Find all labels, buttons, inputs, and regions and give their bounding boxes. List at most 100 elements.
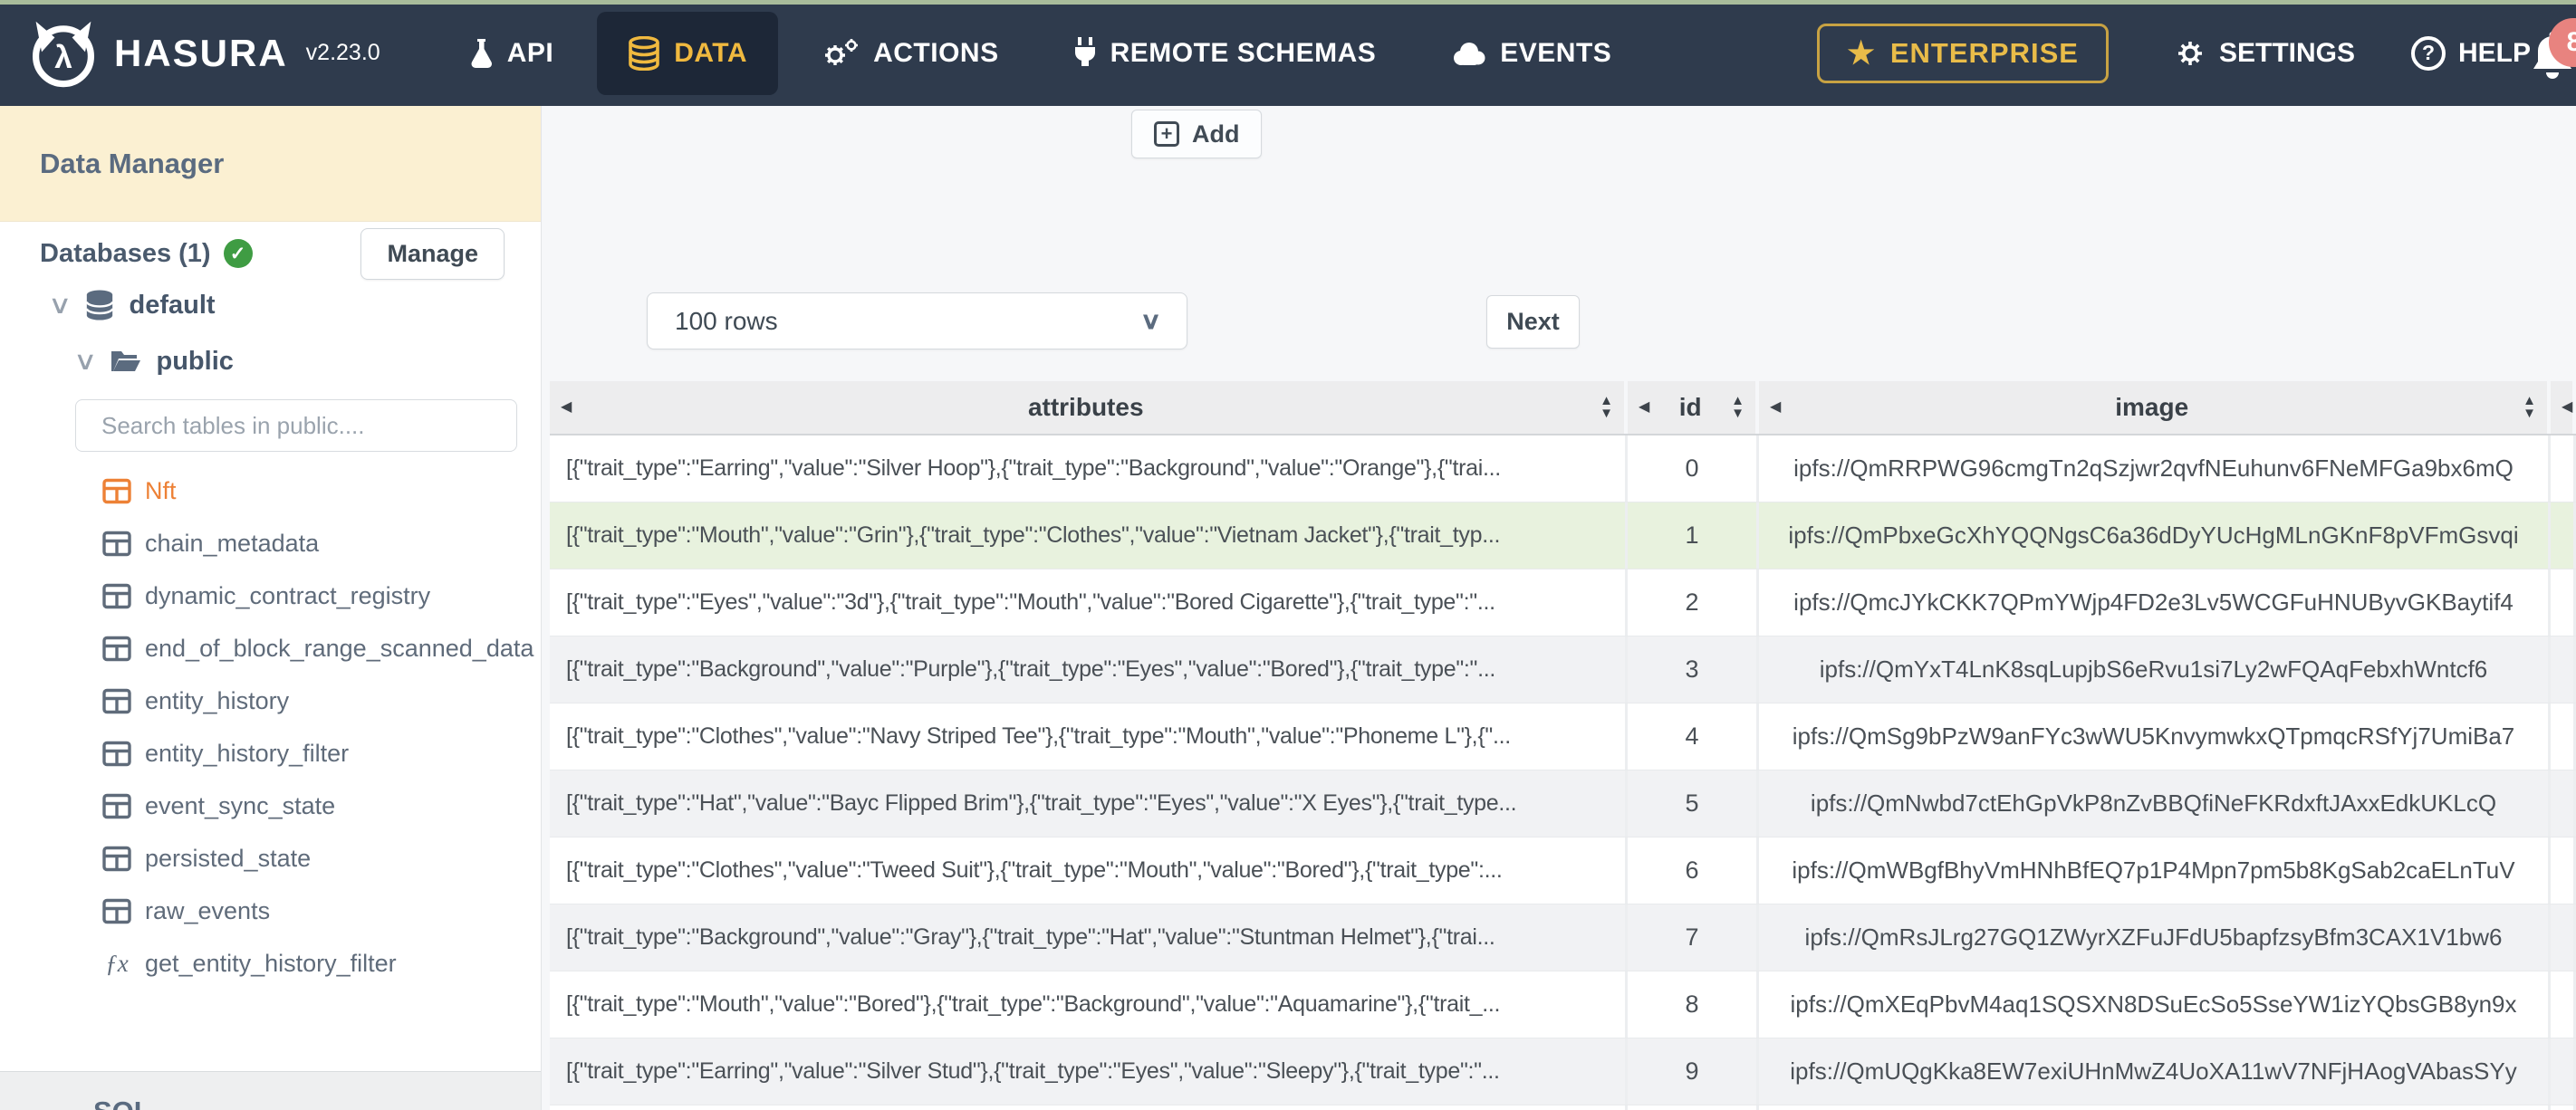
gears-icon xyxy=(825,38,859,65)
sidebar-table-item[interactable]: chain_metadata xyxy=(102,517,526,569)
cell-id: 2 xyxy=(1628,569,1759,636)
cell-image: ipfs://QmRsJLrg27GQ1ZWyrXZFuJFdU5bapfzsy… xyxy=(1759,904,2551,971)
databases-row: Databases (1) ✓ Manage xyxy=(40,225,505,282)
table-row-partial xyxy=(550,1105,2576,1110)
cell-id: 7 xyxy=(1628,904,1759,971)
sort-down-glyph: ▼ xyxy=(1731,406,1745,421)
sidebar-table-label: Nft xyxy=(145,476,177,504)
hasura-logo-icon[interactable]: λ xyxy=(27,17,100,90)
database-icon xyxy=(85,290,113,321)
cell-extra xyxy=(2551,435,2576,502)
gear-icon xyxy=(2177,41,2202,65)
sidebar: Data Manager Databases (1) ✓ Manage ∨ de… xyxy=(0,106,542,1110)
cloud-icon xyxy=(1454,42,1485,65)
header-image-label[interactable]: image xyxy=(1781,393,2523,422)
top-edge-strip xyxy=(0,0,2576,5)
main-content: + Add 100 rows ∨ Next ◀ attributes ▲ ▼ ◀… xyxy=(542,106,2576,1110)
sidebar-table-item[interactable]: entity_history_filter xyxy=(102,727,526,780)
cell-attributes: [{"trait_type":"Earring","value":"Silver… xyxy=(550,435,1628,502)
sql-section[interactable]: SQL xyxy=(0,1071,541,1110)
collapse-column-icon[interactable]: ◀ xyxy=(1770,400,1781,415)
table-icon xyxy=(102,740,131,767)
cell-id: 1 xyxy=(1628,502,1759,569)
header-attributes-label[interactable]: attributes xyxy=(572,393,1600,422)
table-row: [{"trait_type":"Earring","value":"Silver… xyxy=(550,1038,2576,1105)
tree-row-database[interactable]: ∨ default xyxy=(48,278,216,332)
sidebar-table-item[interactable]: persisted_state xyxy=(102,832,526,885)
database-icon xyxy=(629,35,660,71)
collapse-column-icon[interactable]: ◀ xyxy=(1639,400,1649,415)
sidebar-table-item[interactable]: end_of_block_range_scanned_data xyxy=(102,622,533,675)
table-row: [{"trait_type":"Background","value":"Gra… xyxy=(550,904,2576,971)
tree-row-schema[interactable]: ∨ public xyxy=(73,334,234,388)
table-grid-icon-svg xyxy=(102,793,131,818)
sidebar-table-item[interactable]: entity_history xyxy=(102,675,526,727)
cell-attributes: [{"trait_type":"Mouth","value":"Grin"},{… xyxy=(550,502,1628,569)
tab-actions[interactable]: ACTIONS xyxy=(791,12,1030,95)
cell-id: 6 xyxy=(1628,837,1759,904)
tab-events[interactable]: EVENTS xyxy=(1419,12,1642,95)
settings-label: SETTINGS xyxy=(2218,37,2355,68)
sidebar-table-item[interactable]: dynamic_contract_registry xyxy=(102,569,526,622)
cell-extra xyxy=(2551,569,2576,636)
tab-remote-schemas[interactable]: REMOTE SCHEMAS xyxy=(1043,12,1408,95)
nav-tabs: API DATA ACTIONS REMOTE SCHEMAS EVENTS xyxy=(438,0,1656,106)
header-image: ◀ image ▲ ▼ xyxy=(1759,381,2551,434)
next-page-button[interactable]: Next xyxy=(1486,295,1580,349)
chevron-down-icon[interactable]: ∨ xyxy=(48,292,72,318)
header-extra: ◀ xyxy=(2551,381,2576,434)
cell-extra xyxy=(2551,703,2576,770)
schema-name[interactable]: public xyxy=(157,347,234,377)
chevron-down-icon[interactable]: ∨ xyxy=(73,349,98,374)
table-grid-icon-svg xyxy=(102,688,131,713)
rows-per-page-select[interactable]: 100 rows ∨ xyxy=(647,292,1187,349)
sort-icon[interactable]: ▲ ▼ xyxy=(1731,394,1745,421)
sort-icon[interactable]: ▲ ▼ xyxy=(1600,394,1613,420)
cell-attributes: [{"trait_type":"Earring","value":"Silver… xyxy=(550,1038,1628,1105)
settings-button[interactable]: SETTINGS xyxy=(2174,37,2355,70)
svg-text:λ: λ xyxy=(54,40,72,75)
collapse-column-icon[interactable]: ◀ xyxy=(2562,400,2572,415)
sidebar-table-label: entity_history xyxy=(145,686,290,714)
data-table: ◀ attributes ▲ ▼ ◀ id ▲ ▼ ◀ image ▲ ▼ ◀ … xyxy=(550,381,2576,1110)
cell-attributes: [{"trait_type":"Eyes","value":"3d"},{"tr… xyxy=(550,569,1628,636)
cell-image xyxy=(1759,1105,2551,1110)
help-button[interactable]: ? HELP xyxy=(2410,35,2531,71)
table-icon xyxy=(102,845,131,872)
plug-icon xyxy=(1074,36,1095,66)
header-id: ◀ id ▲ ▼ xyxy=(1628,381,1759,434)
cell-id xyxy=(1628,1105,1759,1110)
sql-label: SQL xyxy=(93,1096,541,1110)
sidebar-table-item[interactable]: Nft xyxy=(102,464,526,517)
table-body: [{"trait_type":"Earring","value":"Silver… xyxy=(550,435,2576,1105)
sidebar-table-label: end_of_block_range_scanned_data xyxy=(145,634,534,662)
add-row-button[interactable]: + Add xyxy=(1131,110,1263,158)
cell-image: ipfs://QmSg9bPzW9anFYc3wWU5KnvymwkxQTpmq… xyxy=(1759,703,2551,770)
chevron-down-icon: ∨ xyxy=(1139,307,1162,334)
database-name[interactable]: default xyxy=(130,291,216,321)
sidebar-table-item[interactable]: raw_events xyxy=(102,885,526,937)
cell-extra xyxy=(2551,1038,2576,1105)
sort-icon[interactable]: ▲ ▼ xyxy=(2523,394,2536,421)
tab-api[interactable]: API xyxy=(438,12,585,95)
cell-extra xyxy=(2551,1105,2576,1110)
table-icon xyxy=(102,635,131,662)
manage-button[interactable]: Manage xyxy=(360,227,505,280)
sidebar-table-item[interactable]: event_sync_state xyxy=(102,780,526,832)
sort-down-glyph: ▼ xyxy=(2523,406,2536,421)
folder-open-icon xyxy=(111,351,140,371)
cell-id: 9 xyxy=(1628,1038,1759,1105)
tab-events-label: EVENTS xyxy=(1500,37,1612,68)
table-icon xyxy=(102,687,131,714)
cell-image: ipfs://QmYxT4LnK8sqLupjbS6eRvu1si7Ly2wFQ… xyxy=(1759,636,2551,703)
tab-data[interactable]: DATA xyxy=(597,11,779,95)
sidebar-table-item[interactable]: ƒx get_entity_history_filter xyxy=(102,937,526,990)
search-tables-input[interactable] xyxy=(75,399,517,452)
collapse-column-icon[interactable]: ◀ xyxy=(561,400,572,415)
table-icon xyxy=(102,477,131,504)
cell-extra xyxy=(2551,770,2576,837)
header-id-label[interactable]: id xyxy=(1649,393,1731,422)
table-icon xyxy=(102,582,131,609)
enterprise-button[interactable]: λ ★ ENTERPRISE xyxy=(1817,23,2109,83)
table-header-row: ◀ attributes ▲ ▼ ◀ id ▲ ▼ ◀ image ▲ ▼ ◀ xyxy=(550,381,2576,435)
